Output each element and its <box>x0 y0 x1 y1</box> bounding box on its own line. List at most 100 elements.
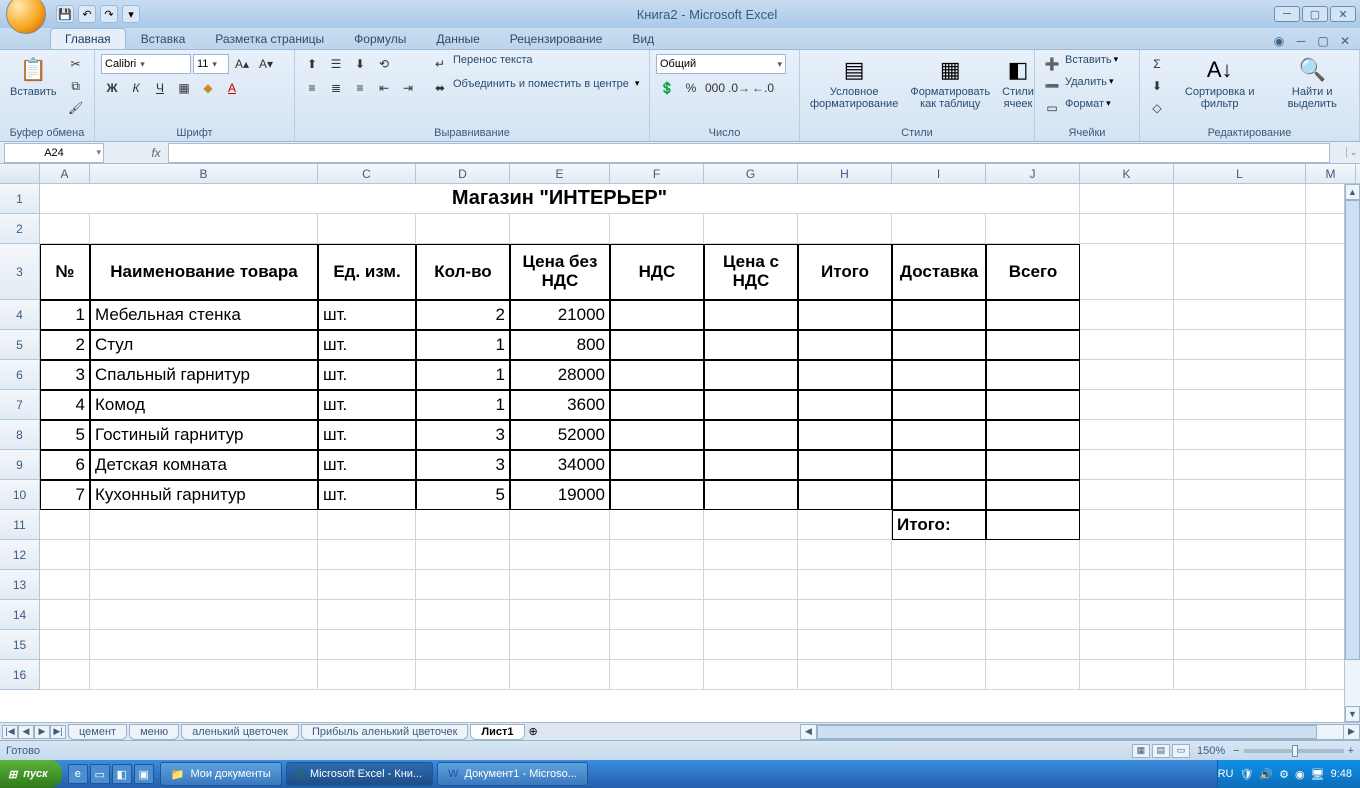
formula-expand-icon[interactable]: ⌄ <box>1346 147 1360 158</box>
cell[interactable] <box>40 630 90 660</box>
col-header[interactable]: K <box>1080 164 1174 183</box>
row-header[interactable]: 14 <box>0 600 40 630</box>
sheet-tab[interactable]: Лист1 <box>470 724 524 740</box>
align-right-icon[interactable]: ≡ <box>349 78 371 98</box>
align-top-icon[interactable]: ⬆ <box>301 54 323 74</box>
cell[interactable] <box>610 630 704 660</box>
cell[interactable] <box>1174 600 1306 630</box>
cell[interactable] <box>704 300 798 330</box>
cell[interactable] <box>1080 244 1174 300</box>
col-header[interactable]: L <box>1174 164 1306 183</box>
cell[interactable]: 4 <box>40 390 90 420</box>
cell[interactable] <box>798 660 892 690</box>
cell[interactable] <box>90 214 318 244</box>
row-header[interactable]: 11 <box>0 510 40 540</box>
cell[interactable] <box>1174 660 1306 690</box>
row-header[interactable]: 1 <box>0 184 40 214</box>
cell[interactable] <box>892 600 986 630</box>
cell[interactable] <box>704 510 798 540</box>
find-select-button[interactable]: 🔍Найти и выделить <box>1271 54 1353 112</box>
cell[interactable] <box>40 600 90 630</box>
cell[interactable] <box>318 570 416 600</box>
align-middle-icon[interactable]: ☰ <box>325 54 347 74</box>
cell[interactable]: 19000 <box>510 480 610 510</box>
cell[interactable] <box>892 480 986 510</box>
cell[interactable]: 1 <box>40 300 90 330</box>
cell[interactable]: 1 <box>416 390 510 420</box>
tab-formulas[interactable]: Формулы <box>339 28 421 49</box>
row-header[interactable]: 10 <box>0 480 40 510</box>
row-header[interactable]: 5 <box>0 330 40 360</box>
cell[interactable]: № <box>40 244 90 300</box>
cell[interactable] <box>1174 570 1306 600</box>
taskbar-excel[interactable]: XMicrosoft Excel - Кни... <box>286 762 434 786</box>
cell[interactable] <box>1174 300 1306 330</box>
tray-icon[interactable]: 🛡 <box>1239 768 1253 781</box>
cell[interactable]: шт. <box>318 420 416 450</box>
cell[interactable] <box>704 660 798 690</box>
cell[interactable]: Комод <box>90 390 318 420</box>
cell[interactable]: 21000 <box>510 300 610 330</box>
restore-button[interactable]: ▢ <box>1302 6 1328 22</box>
merge-center-button[interactable]: ⬌Объединить и поместить в центре▾ <box>429 78 639 98</box>
ribbon-restore-icon[interactable]: ▢ <box>1314 33 1332 49</box>
cell[interactable] <box>1174 360 1306 390</box>
grow-font-icon[interactable]: A▴ <box>231 54 253 74</box>
cell[interactable] <box>704 540 798 570</box>
cell[interactable] <box>798 510 892 540</box>
cell[interactable] <box>610 480 704 510</box>
row-header[interactable]: 13 <box>0 570 40 600</box>
page-layout-view-icon[interactable]: ▤ <box>1152 744 1170 758</box>
wrap-text-button[interactable]: ↵Перенос текста <box>429 54 639 74</box>
fill-color-button[interactable]: ◆ <box>197 78 219 98</box>
cell[interactable] <box>90 540 318 570</box>
language-indicator[interactable]: RU <box>1218 768 1234 780</box>
select-all-corner[interactable] <box>0 164 40 183</box>
cell[interactable] <box>704 420 798 450</box>
copy-icon[interactable]: ⧉ <box>65 76 87 96</box>
cell[interactable] <box>798 330 892 360</box>
font-name-select[interactable]: Calibri▾ <box>101 54 191 74</box>
cell[interactable] <box>892 630 986 660</box>
autosum-icon[interactable]: Σ <box>1146 54 1168 74</box>
cell[interactable]: шт. <box>318 330 416 360</box>
cell[interactable]: Мебельная стенка <box>90 300 318 330</box>
cell[interactable]: Цена без НДС <box>510 244 610 300</box>
taskbar-word[interactable]: WДокумент1 - Microso... <box>437 762 588 786</box>
cell[interactable] <box>1080 390 1174 420</box>
cell[interactable] <box>798 390 892 420</box>
cell[interactable] <box>986 330 1080 360</box>
format-as-table-button[interactable]: ▦Форматировать как таблицу <box>906 54 994 112</box>
sheet-tab[interactable]: аленький цветочек <box>181 724 299 740</box>
cell[interactable] <box>610 540 704 570</box>
cell[interactable] <box>416 510 510 540</box>
cell[interactable]: шт. <box>318 360 416 390</box>
cell[interactable]: Итого <box>798 244 892 300</box>
cell[interactable] <box>986 660 1080 690</box>
cell[interactable] <box>318 540 416 570</box>
tab-page-layout[interactable]: Разметка страницы <box>200 28 339 49</box>
cell[interactable]: 2 <box>416 300 510 330</box>
cell[interactable] <box>1174 184 1306 214</box>
zoom-in-icon[interactable]: + <box>1348 745 1354 757</box>
cell[interactable] <box>1080 540 1174 570</box>
cell-styles-button[interactable]: ◧Стили ячеек <box>998 54 1038 112</box>
title-cell[interactable]: Магазин "ИНТЕРЬЕР" <box>40 184 1080 214</box>
save-icon[interactable]: 💾 <box>56 5 74 23</box>
col-header[interactable]: G <box>704 164 798 183</box>
cell[interactable]: 1 <box>416 330 510 360</box>
cell[interactable] <box>40 510 90 540</box>
cell[interactable] <box>510 630 610 660</box>
horizontal-scrollbar[interactable]: ◀ ▶ <box>800 724 1360 740</box>
align-bottom-icon[interactable]: ⬇ <box>349 54 371 74</box>
zoom-slider[interactable]: − + <box>1233 745 1354 757</box>
col-header[interactable]: F <box>610 164 704 183</box>
cell[interactable]: 52000 <box>510 420 610 450</box>
cell[interactable] <box>986 600 1080 630</box>
cell[interactable] <box>892 360 986 390</box>
cell[interactable] <box>90 630 318 660</box>
cell[interactable] <box>986 450 1080 480</box>
sheet-tab[interactable]: меню <box>129 724 179 740</box>
first-sheet-icon[interactable]: |◀ <box>2 725 18 739</box>
cell[interactable] <box>318 510 416 540</box>
